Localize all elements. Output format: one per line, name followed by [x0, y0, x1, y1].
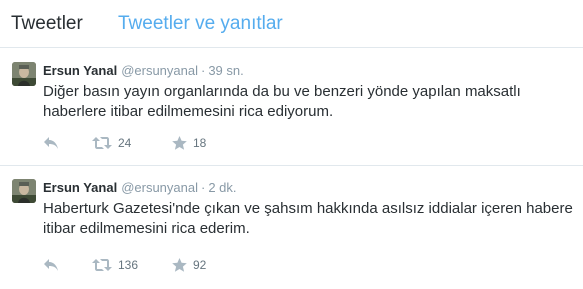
- retweet-count: 24: [118, 136, 132, 150]
- tweet-header: Ersun Yanal @ersunyanal · 39 sn.: [43, 63, 244, 79]
- tweet-text: Diğer basın yayın organlarında da bu ve …: [43, 83, 521, 120]
- reply-button[interactable]: [43, 256, 59, 274]
- favorite-count: 18: [193, 136, 207, 150]
- tweet-timestamp[interactable]: 2 dk.: [208, 180, 236, 195]
- avatar[interactable]: [12, 62, 36, 86]
- header-separator: ·: [200, 63, 206, 78]
- star-icon: [172, 136, 187, 150]
- reply-button[interactable]: [43, 134, 59, 152]
- author-username[interactable]: @ersunyanal: [121, 63, 198, 78]
- author-name[interactable]: Ersun Yanal: [43, 180, 117, 195]
- favorite-button[interactable]: 92: [172, 256, 206, 274]
- avatar[interactable]: [12, 179, 36, 203]
- retweet-icon: [92, 136, 112, 150]
- star-icon: [172, 258, 187, 272]
- favorite-count: 92: [193, 258, 207, 272]
- retweet-button[interactable]: 24: [92, 134, 131, 152]
- author-name[interactable]: Ersun Yanal: [43, 63, 117, 78]
- profile-tabs: Tweetler Tweetler ve yanıtlar: [0, 0, 583, 48]
- tweet-item[interactable]: Ersun Yanal @ersunyanal · 2 dk. Haberturk G…: [0, 166, 583, 289]
- tweet-header: Ersun Yanal @ersunyanal · 2 dk.: [43, 180, 237, 196]
- retweet-icon: [92, 258, 112, 272]
- header-separator: ·: [200, 180, 206, 195]
- tweet-item[interactable]: Ersun Yanal @ersunyanal · 39 sn. Diğer bası…: [0, 48, 583, 166]
- retweet-button[interactable]: 136: [92, 256, 138, 274]
- tab-tweets-and-replies[interactable]: Tweetler ve yanıtlar: [118, 12, 283, 36]
- retweet-count: 136: [118, 258, 139, 272]
- favorite-button[interactable]: 18: [172, 134, 206, 152]
- author-username[interactable]: @ersunyanal: [121, 180, 198, 195]
- tab-tweets[interactable]: Tweetler: [11, 12, 83, 36]
- reply-icon: [43, 258, 59, 272]
- tweet-timestamp[interactable]: 39 sn.: [208, 63, 243, 78]
- reply-icon: [43, 136, 59, 150]
- tweet-text: Haberturk Gazetesi'nde çıkan ve şahsım h…: [43, 200, 573, 237]
